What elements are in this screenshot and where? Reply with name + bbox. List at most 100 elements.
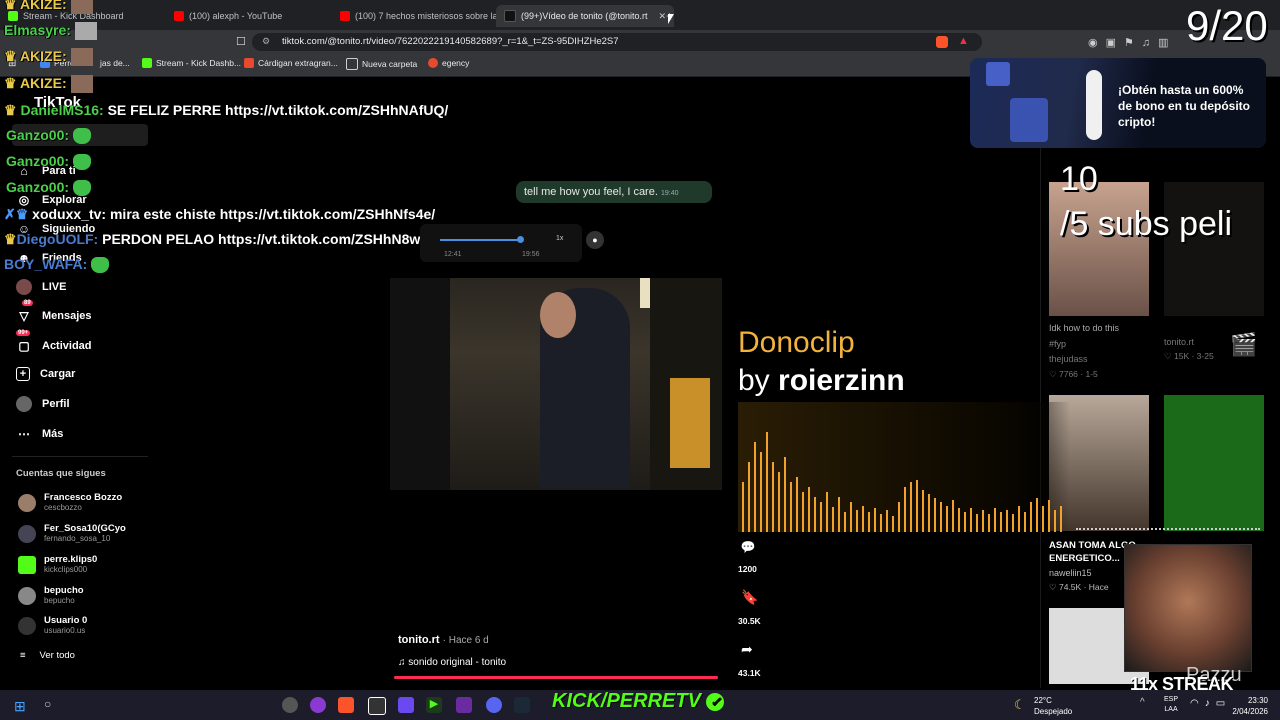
side-video-thumb[interactable]	[1164, 182, 1264, 316]
youtube-favicon-icon	[174, 11, 184, 21]
audio-scrubber[interactable]	[517, 236, 524, 243]
mic-icon[interactable]: ●	[586, 231, 604, 249]
following-item[interactable]: bepucho bepucho	[18, 585, 84, 606]
upload-icon: +	[16, 367, 30, 381]
clapperboard-icon: 🎬	[1230, 332, 1258, 357]
steam-icon[interactable]	[514, 697, 530, 713]
following-title: Cuentas que sigues	[16, 468, 106, 479]
brave-shield-icon[interactable]	[936, 36, 948, 48]
sidebar-item-live[interactable]: LIVE	[16, 279, 66, 295]
bookmark-item-5[interactable]: Nueva carpeta	[346, 58, 417, 70]
tray-chevron-icon[interactable]: ^	[1140, 697, 1145, 708]
side-video-author: tonito.rt	[1164, 337, 1195, 347]
audio-speed[interactable]: 1x	[556, 235, 563, 242]
taskbar-app-icon[interactable]	[282, 697, 298, 713]
chat-emote	[74, 22, 97, 41]
youtube-favicon-icon	[340, 11, 350, 21]
side-video-author: thejudass	[1049, 354, 1088, 364]
weather-widget[interactable]: 22°C Despejado	[1034, 695, 1072, 717]
mouse-cursor-icon	[668, 14, 674, 24]
folder-icon	[346, 58, 358, 70]
chat-line: Ganzo00:	[6, 127, 91, 145]
side-video-thumb[interactable]	[1164, 395, 1264, 531]
following-item[interactable]: Fer_Sosa10(GCyo fernando_sosa_10	[18, 523, 126, 544]
browser-tab-youtube-1[interactable]: (100) alexph - YouTube	[166, 5, 342, 27]
share-icon[interactable]: ➦	[741, 641, 753, 658]
chat-emote	[72, 154, 91, 171]
brave-icon[interactable]	[338, 697, 354, 713]
activity-icon: ▢ 99+	[16, 330, 31, 353]
following-item[interactable]: Usuario 0 usuario0.us	[18, 615, 87, 636]
sidebar-divider	[12, 456, 148, 457]
messages-icon: ▽ 89	[19, 300, 33, 323]
chat-emote	[70, 75, 93, 94]
sidebar-item-mas[interactable]: ⋯ Más	[16, 426, 63, 442]
clock[interactable]: 23:30 2/04/2026	[1228, 695, 1268, 717]
side-video-thumb[interactable]	[1049, 182, 1149, 316]
taskbar-app-icon[interactable]	[398, 697, 414, 713]
bookmark-favicon-icon	[428, 58, 438, 68]
person-head	[540, 292, 576, 338]
kick-favicon-icon	[142, 58, 152, 68]
search-icon[interactable]: ○	[44, 697, 51, 711]
taskbar-app-icon[interactable]	[456, 697, 472, 713]
promo-side-icons	[1086, 70, 1102, 140]
comment-icon[interactable]: 💬	[738, 540, 758, 554]
close-tab-icon[interactable]: ✕	[658, 11, 666, 22]
sidebar-item-cargar[interactable]: + Cargar	[16, 367, 75, 381]
donoclip-byline: by roierzinn	[738, 364, 905, 397]
language-indicator[interactable]: ESP LAA	[1164, 695, 1178, 715]
video-frame[interactable]	[390, 278, 722, 490]
windows-start-icon[interactable]: ⊞	[14, 698, 26, 715]
browser-tab-youtube-2[interactable]: (100) 7 hechos misteriosos sobre la m	[332, 5, 506, 27]
side-video-meta: ♡ 7766 · 1-5	[1049, 369, 1098, 379]
saves-count: 30.5K	[738, 616, 761, 626]
chat-emote	[72, 180, 91, 197]
following-item[interactable]: Francesco Bozzo cescbozzo	[18, 492, 122, 513]
more-icon: ⋯	[18, 427, 30, 441]
taskbar-app-icon[interactable]	[310, 697, 326, 713]
avatar	[18, 524, 36, 543]
chat-emote	[70, 48, 93, 67]
video-author[interactable]: tonito.rt · Hace 6 d	[398, 634, 489, 646]
bookmark-item-4[interactable]: Cárdigan extragran...	[244, 58, 338, 68]
chat-emote	[72, 128, 91, 145]
messages-badge: 89	[22, 300, 33, 306]
taskbar-app-icon[interactable]	[368, 697, 386, 715]
tiktok-favicon-icon	[504, 10, 516, 22]
sidebar-item-perfil[interactable]: Perfil	[16, 396, 70, 412]
chat-line: BOY_WAFA:	[4, 256, 110, 274]
bookmark-item-6[interactable]: egency	[428, 58, 469, 68]
see-all-link[interactable]: ≡ Ver todo	[20, 650, 75, 661]
bus-seats	[670, 378, 710, 468]
comments-count: 1200	[738, 564, 757, 574]
video-progress-bar[interactable]	[394, 676, 718, 679]
side-video-meta: ♡ 15K · 3-25	[1164, 351, 1214, 361]
avatar	[18, 493, 36, 512]
url-field[interactable]: tiktok.com/@tonito.rt/video/762202221914…	[252, 33, 982, 51]
verified-icon: ✓	[706, 692, 725, 711]
bookmark-item-2[interactable]: jas de...	[100, 58, 130, 68]
bookmark-star-icon[interactable]: ☐	[236, 35, 246, 48]
tray-icons[interactable]: ◠♪▭	[1190, 698, 1231, 709]
discord-icon[interactable]	[486, 697, 502, 713]
chat-bubble: tell me how you feel, I care. 19:40	[516, 181, 712, 203]
browser-tab-tiktok[interactable]: (99+)Vídeo de tonito (@tonito.rt ✕	[496, 5, 674, 27]
extensions-icons[interactable]: ◉▣⚑♫▥	[1088, 36, 1177, 49]
audio-start-time: 12:41	[444, 251, 462, 258]
audio-visualizer	[738, 402, 1070, 532]
sidebar-item-actividad[interactable]: ▢ 99+ Actividad	[16, 330, 92, 354]
chat-line: ♛ AKIZE:	[4, 0, 93, 15]
shares-count: 43.1K	[738, 668, 761, 678]
taskbar-app-icon[interactable]: ▶	[426, 697, 442, 713]
sound-label[interactable]: ♫ sonido original - tonito	[398, 657, 506, 668]
gift-icon	[986, 62, 1010, 86]
site-info-icon[interactable]: ⚙	[262, 36, 270, 47]
bookmark-item-3[interactable]: Stream - Kick Dashb...	[142, 58, 241, 68]
kick-brand: KICK/PERRETV ✓	[552, 690, 725, 713]
brave-rewards-icon[interactable]: ▲	[958, 35, 969, 47]
chat-emote	[91, 257, 110, 274]
sidebar-item-mensajes[interactable]: ▽ 89 Mensajes	[16, 300, 92, 324]
following-item[interactable]: perre.klips0 kickclips000	[18, 554, 97, 575]
bookmark-icon[interactable]: 🔖	[741, 589, 758, 606]
